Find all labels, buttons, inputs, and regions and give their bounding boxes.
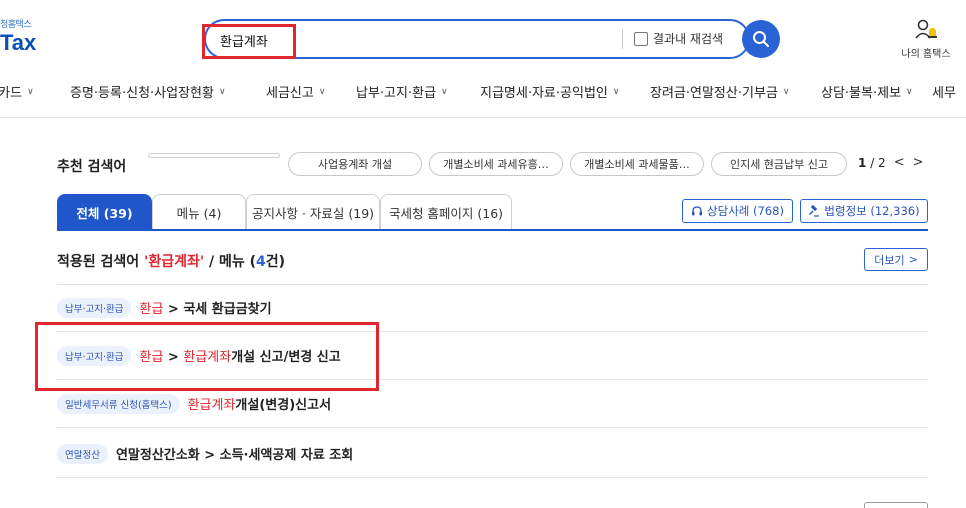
nav-item-tax-report[interactable]: 세금신고 ∨: [266, 82, 325, 101]
search-button[interactable]: [742, 20, 780, 58]
tab-underline: [57, 229, 928, 231]
tab-menu[interactable]: 메뉴 (4): [152, 194, 246, 230]
chevron-down-icon: ∨: [906, 86, 913, 97]
chevron-down-icon: ∨: [782, 86, 790, 97]
nav-item-payment[interactable]: 납부·고지·환급 ∨: [356, 82, 448, 101]
my-hometax-button[interactable]: 나의 홈택스: [896, 18, 956, 60]
recommended-pager: 1 / 2 < >: [858, 155, 924, 170]
law-info-button[interactable]: 법령정보 (12,336): [800, 199, 928, 223]
pager-total: / 2: [870, 155, 886, 170]
user-bell-icon: [915, 19, 937, 39]
result-tag: 납부·고지·환급: [57, 297, 132, 318]
result-tag: 일반세무서류 신청(홈택스): [57, 393, 180, 414]
more-label: 더보기: [874, 253, 905, 267]
research-checkbox-label[interactable]: 결과내 재검색: [634, 30, 723, 47]
search-icon: [753, 31, 769, 47]
more-button[interactable]: 더보기 >: [864, 248, 928, 271]
recommended-pill[interactable]: 인지세 현금납부 신고: [711, 152, 847, 176]
applied-keyword-heading: 적용된 검색어 '환급계좌' / 메뉴 (4건): [57, 254, 286, 270]
recommended-indicator: [148, 153, 280, 158]
chevron-right-icon[interactable]: >: [913, 155, 924, 170]
nav-item-consult[interactable]: 상담·불복·제보 ∨: [821, 82, 913, 101]
tab-nts-homepage[interactable]: 국세청 홈페이지 (16): [380, 194, 512, 230]
nav-divider: [0, 117, 966, 118]
my-hometax-label: 나의 홈택스: [901, 49, 951, 60]
chevron-right-icon: >: [908, 253, 918, 266]
chevron-left-icon[interactable]: <: [894, 155, 905, 170]
result-link[interactable]: 환급계좌개설(변경)신고서: [188, 394, 331, 413]
law-info-label: 법령정보 (12,336): [824, 204, 920, 218]
result-row[interactable]: 연말정산 연말정산간소화 > 소득·세액공제 자료 조회: [57, 430, 928, 478]
nav-item-certificate[interactable]: 증명·등록·신청·사업장현황 ∨: [70, 82, 226, 101]
next-section-more-button[interactable]: [864, 502, 928, 508]
result-link[interactable]: 연말정산간소화 > 소득·세액공제 자료 조회: [116, 444, 353, 463]
consult-cases-button[interactable]: 상담사례 (768): [682, 199, 793, 223]
gavel-icon: [809, 205, 820, 217]
search-divider: [622, 29, 623, 49]
nav-item-tax[interactable]: 세무: [932, 82, 956, 101]
recommended-pill[interactable]: 개별소비세 과세유흥…: [429, 152, 563, 176]
applied-keyword: '환급계좌': [144, 254, 205, 270]
pager-current: 1: [858, 155, 867, 170]
search-highlight-box: [202, 24, 296, 59]
headset-icon: [692, 206, 703, 216]
tab-notice[interactable]: 공지사항 · 자료실 (19): [246, 194, 380, 230]
chevron-down-icon: ∨: [218, 86, 226, 97]
applied-count: 4: [256, 254, 266, 270]
main-nav: ·카드∨ 증명·등록·신청·사업장현황∨ 세금신고∨ 납부·고지·환급∨ 지급명…: [0, 82, 966, 104]
hometax-logo[interactable]: 청홈택스 Tax: [0, 20, 36, 55]
nav-item-statement[interactable]: 지급명세·자료·공익법인 ∨: [480, 82, 619, 101]
nav-item-incentive[interactable]: 장려금·연말정산·기부금 ∨: [650, 82, 789, 101]
chevron-down-icon: ∨: [318, 86, 326, 97]
logo-title: Tax: [0, 30, 37, 55]
research-checkbox[interactable]: [634, 31, 648, 46]
consult-cases-label: 상담사례 (768): [707, 204, 784, 218]
result-highlight-box: [35, 322, 379, 391]
recommended-pill[interactable]: 개별소비세 과세물품…: [570, 152, 704, 176]
research-label: 결과내 재검색: [653, 32, 724, 46]
result-tag: 연말정산: [57, 443, 108, 464]
nav-item-card[interactable]: ·카드∨: [0, 82, 34, 101]
recommended-pill[interactable]: 사업용계좌 개설: [288, 152, 422, 176]
tab-all[interactable]: 전체 (39): [57, 194, 152, 230]
recommended-title: 추천 검색어: [57, 159, 127, 175]
chevron-down-icon: ∨: [612, 86, 620, 97]
chevron-down-icon: ∨: [441, 86, 448, 97]
chevron-down-icon: ∨: [27, 86, 34, 97]
result-link[interactable]: 환급 > 국세 환급금찾기: [139, 298, 271, 317]
